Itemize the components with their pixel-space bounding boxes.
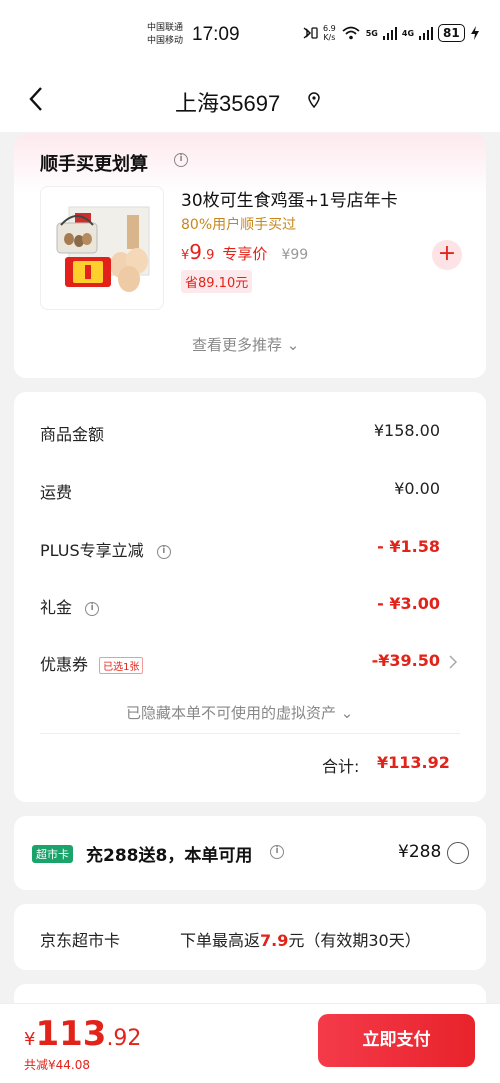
signal-bars-icon-2	[419, 27, 434, 40]
info-icon[interactable]: i	[174, 153, 188, 167]
market-card-info: 京东超市卡 下单最高返7.9元（有效期30天）	[14, 904, 486, 970]
add-to-order-button[interactable]: +	[432, 240, 462, 270]
more-recommendations-link[interactable]: 查看更多推荐 ⌄	[192, 334, 299, 355]
nav-bar: 上海35697	[0, 70, 500, 132]
divider	[40, 733, 460, 734]
row-value-gift: - ¥3.00	[377, 594, 440, 613]
row-value-shipping: ¥0.00	[394, 479, 440, 498]
market-card-promo[interactable]: 超市卡 充288送8，本单可用 i ¥288	[14, 816, 486, 890]
hidden-assets-toggle[interactable]: 已隐藏本单不可使用的虚拟资产 ⌄	[126, 702, 353, 723]
market-card-text: 充288送8，本单可用	[86, 846, 253, 866]
market-card-badge: 超市卡	[32, 845, 73, 863]
total-value: ¥113.92	[377, 753, 450, 772]
footer-saved: 共减¥44.08	[24, 1058, 90, 1072]
row-value-coupon[interactable]: -¥39.50	[372, 651, 440, 670]
row-label-gift: 礼金 i	[40, 594, 100, 618]
pay-now-button[interactable]: 立即支付	[318, 1014, 475, 1067]
charging-icon	[470, 26, 479, 40]
recommend-card: 顺手买更划算 i 30枚可生食鸡蛋+1号店年卡 80%用户顺手买过 ¥ 9 .9…	[14, 134, 486, 378]
signal-bars-icon	[382, 27, 397, 40]
net-speed: 6.9 K/s	[323, 24, 336, 42]
footer-total-price: ¥ 113 .92	[24, 1014, 142, 1054]
row-label-plus: PLUS专享立减 i	[40, 537, 171, 561]
location-pin-icon[interactable]	[307, 92, 321, 108]
save-badge: 省89.10元	[181, 270, 253, 293]
market-card-price: ¥288	[398, 842, 442, 862]
egg-box-illustration	[56, 206, 150, 292]
address-title[interactable]: 上海35697	[175, 86, 280, 118]
row-label-goods: 商品金额	[40, 425, 105, 444]
status-bar: 中国联通 中国移动 17:09 6.9 K/s 5G 4G 81	[0, 0, 500, 70]
carrier-2: 中国移动	[147, 36, 184, 46]
status-icons: 6.9 K/s 5G 4G 81	[300, 24, 480, 42]
row-value-goods: ¥158.00	[373, 421, 440, 440]
price-tag: 专享价	[222, 245, 268, 263]
market-card-radio[interactable]	[447, 842, 469, 864]
coupon-selected-badge: 已选1张	[99, 657, 144, 674]
product-subtitle: 80%用户顺手买过	[181, 217, 297, 233]
signal-5g-label: 5G	[365, 28, 378, 38]
battery-level: 81	[438, 24, 465, 42]
chevron-left-icon	[29, 87, 42, 111]
chevron-right-icon[interactable]	[448, 654, 458, 670]
back-button[interactable]	[22, 84, 52, 114]
price-summary-card: 商品金额 ¥158.00 运费 ¥0.00 PLUS专享立减 i - ¥1.58…	[14, 392, 486, 802]
recommend-title: 顺手买更划算	[40, 154, 148, 175]
product-price: ¥ 9 .9 专享价 ¥99	[181, 240, 309, 264]
product-name[interactable]: 30枚可生食鸡蛋+1号店年卡	[181, 186, 398, 211]
carrier-info: 中国联通 中国移动	[147, 22, 183, 48]
checkout-footer: ¥ 113 .92 共减¥44.08 立即支付	[0, 1003, 500, 1083]
row-value-plus: - ¥1.58	[377, 537, 440, 556]
row-label-coupon[interactable]: 优惠券 已选1张	[40, 651, 144, 675]
bluetooth-vibrate-icon	[303, 27, 318, 39]
product-image[interactable]	[40, 186, 164, 310]
wifi-icon	[342, 26, 360, 40]
carrier-1: 中国联通	[147, 23, 184, 33]
info-icon[interactable]: i	[85, 601, 100, 616]
status-time: 17:09	[192, 24, 240, 45]
info-icon[interactable]: i	[156, 544, 171, 559]
market-card-label: 京东超市卡	[40, 931, 121, 950]
market-card-rebate: 下单最高返7.9元（有效期30天）	[180, 931, 421, 950]
total-label: 合计:	[322, 757, 360, 776]
original-price: ¥99	[281, 247, 309, 263]
signal-4g-label: 4G	[401, 28, 415, 38]
info-icon[interactable]: i	[270, 845, 284, 859]
row-label-shipping: 运费	[40, 483, 73, 502]
